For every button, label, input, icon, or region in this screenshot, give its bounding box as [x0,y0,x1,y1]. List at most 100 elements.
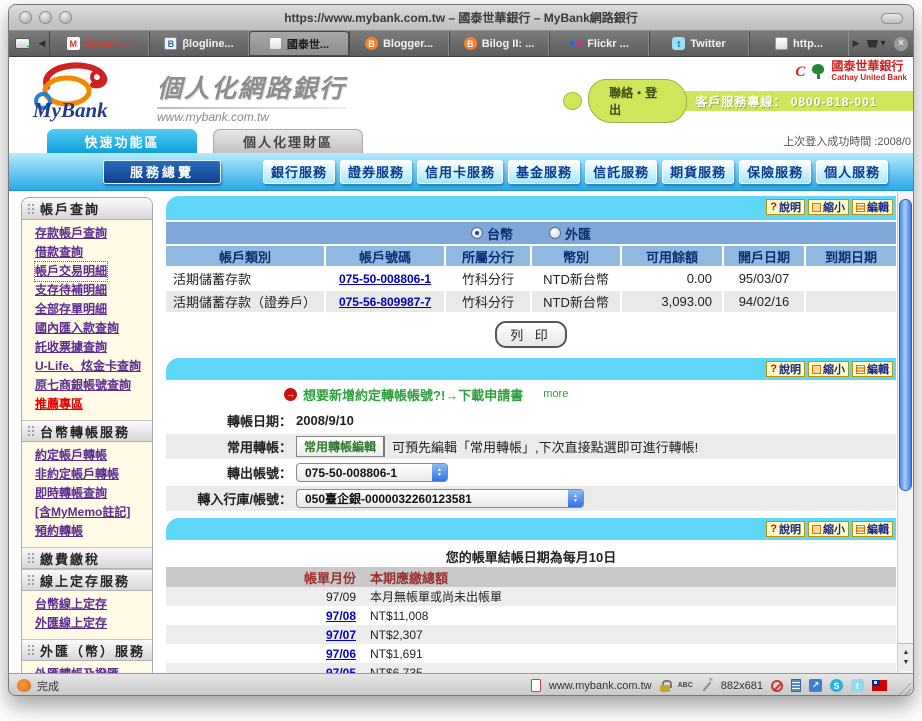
col-bill-month: 帳單月份 [166,568,356,587]
tab-quick-function-zone[interactable]: 快速功能區 [47,129,197,153]
spellcheck-icon[interactable]: ABC [678,682,693,689]
tab-bloglines[interactable]: B βlogline... [149,31,249,56]
launch-icon[interactable]: ↗ [809,679,822,692]
clipboard-icon[interactable] [531,679,541,692]
tab-flickr[interactable]: Flickr ... [549,31,649,56]
tab-list-icon[interactable]: ▾ [863,31,889,56]
scroll-down-icon[interactable]: ▼ [903,659,910,666]
vertical-scrollbar[interactable]: ▲ ▼ [897,191,913,673]
edit-button[interactable]: 編輯 [852,361,893,377]
radio-twd[interactable]: 台幣 [471,224,513,243]
service-overview-button[interactable]: 服務總覽 [103,160,221,184]
scroll-up-icon[interactable]: ▲ [903,649,910,656]
twitter-bird-icon[interactable]: t [851,679,864,692]
nav-trust-button[interactable]: 信託服務 [585,160,657,184]
sidebar-section-bill-tax[interactable]: 繳費繳稅 [22,547,152,569]
open-date: 95/03/07 [724,268,804,289]
notebook-icon[interactable] [791,679,801,692]
sidebar-item-ulife-card[interactable]: U-Life、炫金卡查詢 [35,357,152,376]
nav-insurance-button[interactable]: 保險服務 [739,160,811,184]
bill-month-link[interactable]: 97/08 [326,609,356,623]
edit-button[interactable]: 編輯 [852,521,893,537]
frequent-transfer-edit-button[interactable]: 常用轉帳編輯 [296,436,385,457]
sidebar-item-certificates[interactable]: 全部存單明細 [35,300,152,319]
nav-funds-button[interactable]: 基金服務 [508,160,580,184]
sidebar-item-collection-bills[interactable]: 託收票據查詢 [35,338,152,357]
new-tab-button[interactable] [9,31,35,56]
tab-scroll-left-icon[interactable]: ◀ [35,31,49,56]
balance: 0.00 [622,268,722,289]
close-tab-button[interactable]: × [889,31,913,56]
sidebar-item-transaction-detail[interactable]: 帳戶交易明細 [35,262,107,281]
sidebar-item-loan-inquiry[interactable]: 借款查詢 [35,243,152,262]
transfer-date-row: 轉帳日期： 2008/9/10 [166,408,896,433]
tab-http[interactable]: http... [749,31,849,56]
adblock-icon[interactable] [771,680,783,692]
scrollbar-thumb[interactable] [899,199,912,491]
sidebar-items: 約定帳戶轉帳 非約定帳戶轉帳 即時轉帳查詢 [含MyMemo註記] 預約轉帳 [22,442,152,547]
transfer-out-account-select[interactable]: 075-50-008806-1 ▲▼ [296,463,448,482]
sidebar-item-nondesignated-transfer[interactable]: 非約定帳戶轉帳 [35,465,152,484]
nav-banking-button[interactable]: 銀行服務 [263,160,335,184]
sidebar-item-deposit-inquiry[interactable]: 存款帳戶查詢 [35,224,152,243]
tab-label: http... [793,38,823,50]
tab-bilog[interactable]: B Bilog II: ... [449,31,549,56]
sidebar-item-twd-online-deposit[interactable]: 台幣線上定存 [35,595,152,614]
sidebar-item-instant-transfer-inquiry[interactable]: 即時轉帳查詢 [35,484,152,503]
tab-scroll-right-icon[interactable]: ▶ [849,31,863,56]
account-number-link[interactable]: 075-50-008806-1 [339,272,431,286]
flickr-icon [569,37,582,50]
nav-securities-button[interactable]: 證券服務 [340,160,412,184]
download-application-link[interactable]: 想要新增約定轉帳帳號?!→下載申請書 [303,385,523,404]
shrink-button[interactable]: 縮小 [808,361,849,377]
sidebar-item-designated-transfer[interactable]: 約定帳戶轉帳 [35,446,152,465]
sidebar-item-fx-online-deposit[interactable]: 外匯線上定存 [35,614,152,633]
sidebar-section-online-deposit[interactable]: 線上定存服務 [22,569,152,591]
tab-twitter[interactable]: t Twitter [649,31,749,56]
nav-personal-button[interactable]: 個人服務 [816,160,888,184]
print-button[interactable]: 列 印 [495,321,567,348]
tab-mybank-active[interactable]: 國泰世... [249,31,349,56]
edit-button[interactable]: 編輯 [852,199,893,215]
sidebar-item-check-pending[interactable]: 支存待補明細 [35,281,152,300]
sidebar-section-twd-transfer[interactable]: 台幣轉帳服務 [22,420,152,442]
sidebar-item-legacy-account[interactable]: 原七商銀帳號查詢 [35,376,152,395]
tab-personal-finance-zone[interactable]: 個人化理財區 [213,129,363,153]
sidebar-item-fx-transfer[interactable]: 外匯轉帳及撥匯 [35,665,152,673]
radio-fx[interactable]: 外匯 [549,224,591,243]
taiwan-flag-icon[interactable] [872,680,887,691]
sidebar-section-account-inquiry[interactable]: 帳戶查詢 [22,198,152,220]
sidebar-item-scheduled-transfer[interactable]: 預約轉帳 [35,522,152,541]
account-number-link[interactable]: 075-56-809987-7 [339,295,431,309]
bill-month-link[interactable]: 97/07 [326,628,356,642]
gmail-icon: M [67,37,80,50]
shrink-button[interactable]: 縮小 [808,199,849,215]
sidebar-item-inward-remittance[interactable]: 國內匯入款查詢 [35,319,152,338]
bill-month-link[interactable]: 97/05 [326,666,356,674]
help-button[interactable]: ?說明 [766,199,805,215]
skype-icon[interactable]: S [830,679,843,692]
sidebar-item-recommend-zone[interactable]: 推薦專區 [35,395,152,414]
help-button[interactable]: ?說明 [766,521,805,537]
selected-in-account: 050臺企銀-0000032260123581 [297,490,480,507]
contact-logout-link[interactable]: 聯絡・登出 [588,79,687,123]
window-titlebar[interactable]: https://www.mybank.com.tw – 國泰世華銀行 – MyB… [9,5,913,31]
tab-blogger[interactable]: B Blogger... [349,31,449,56]
sidebar-item-mymemo-note[interactable]: [含MyMemo註記] [35,503,152,522]
radio-fx-label: 外匯 [565,224,591,243]
help-button[interactable]: ?說明 [766,361,805,377]
tab-gmail[interactable]: M Gmail -... [49,31,149,56]
shrink-button[interactable]: 縮小 [808,521,849,537]
nav-creditcard-button[interactable]: 信用卡服務 [417,160,503,184]
toolbar-toggle-button[interactable] [881,13,903,24]
wand-icon[interactable] [701,680,713,692]
site-url: www.mybank.com.tw [157,110,347,124]
col-open-date: 開戶日期 [724,246,804,266]
transfer-promo-row: → 想要新增約定轉帳帳號?!→下載申請書 more [166,380,896,408]
mybank-logo[interactable]: MyBank [9,57,157,127]
sidebar-section-fx-service[interactable]: 外匯（幣）服務 [22,639,152,661]
bill-month-link[interactable]: 97/06 [326,647,356,661]
transfer-in-account-select[interactable]: 050臺企銀-0000032260123581 ▲▼ [296,489,584,508]
more-link[interactable]: more [543,388,568,400]
nav-futures-button[interactable]: 期貨服務 [662,160,734,184]
